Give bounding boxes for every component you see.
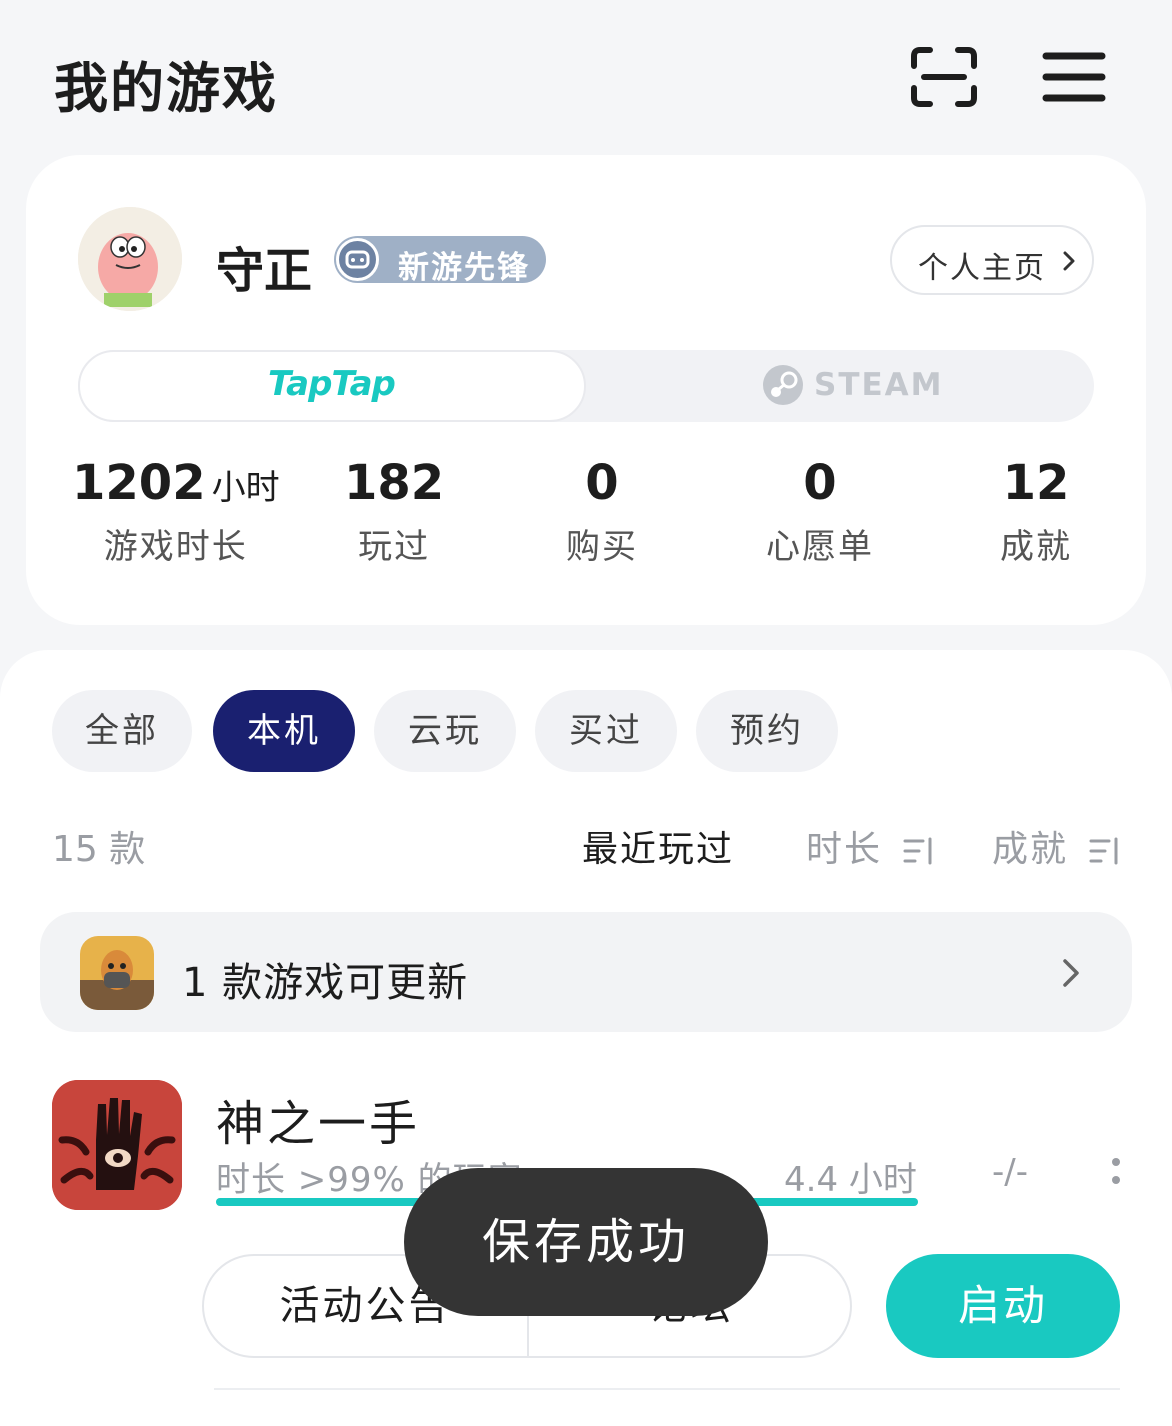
sort-icon <box>1089 837 1118 865</box>
game-playtime: 4.4 小时 <box>784 1160 917 1200</box>
gamepad-icon <box>336 238 379 281</box>
profile-homepage-button[interactable]: 个人主页 <box>890 225 1094 295</box>
stat-purchased-label: 购买 <box>566 527 638 567</box>
launch-button[interactable]: 启动 <box>886 1254 1120 1358</box>
stat-played-label: 玩过 <box>358 527 431 567</box>
game-thumbnail <box>80 936 154 1010</box>
stat-achievements-label: 成就 <box>1000 527 1072 567</box>
menu-button[interactable] <box>1040 48 1110 108</box>
chevron-right-icon <box>1063 959 1079 987</box>
sort-recent[interactable]: 最近玩过 <box>582 820 734 872</box>
toast-message: 保存成功 <box>404 1168 768 1316</box>
steam-label: STEAM <box>814 367 944 403</box>
platform-switch: TapTap STEAM <box>78 350 1094 422</box>
stat-playtime[interactable]: 1202 小时 游戏时长 <box>72 455 280 568</box>
stat-wishlist-label: 心愿单 <box>766 527 874 567</box>
stat-wishlist[interactable]: 0 心愿单 <box>766 455 874 568</box>
stat-wishlist-value: 0 <box>803 455 837 511</box>
sort-duration[interactable]: 时长 <box>806 820 935 872</box>
game-achievements: -/- <box>992 1152 1028 1192</box>
sort-icon <box>903 837 932 865</box>
more-options-icon[interactable] <box>1108 1154 1124 1190</box>
taptap-logo: TapTap <box>268 364 396 404</box>
filter-chip-cloud[interactable]: 云玩 <box>374 690 516 772</box>
divider <box>214 1388 1120 1390</box>
filter-chip-reserved[interactable]: 预约 <box>696 690 838 772</box>
user-badge[interactable]: 新游先锋 <box>334 236 546 286</box>
scan-button[interactable] <box>908 44 980 110</box>
filter-chip-local[interactable]: 本机 <box>213 690 355 772</box>
avatar-image <box>78 207 182 311</box>
my-games-screen: 我的游戏 守正 新游先锋 个人主页 TapTap STEAM 1202 小时 游… <box>0 0 1172 1426</box>
game-title[interactable]: 神之一手 <box>216 1084 420 1154</box>
steam-icon <box>763 365 803 405</box>
page-title: 我的游戏 <box>54 57 278 120</box>
filter-chip-bought[interactable]: 买过 <box>535 690 677 772</box>
stat-achievements-value: 12 <box>1002 455 1070 511</box>
sort-achievement-label: 成就 <box>992 829 1069 870</box>
game-count: 15 款 <box>52 829 146 870</box>
avatar[interactable] <box>78 207 182 311</box>
stat-achievements[interactable]: 12 成就 <box>1000 455 1072 568</box>
update-available-bar[interactable]: 1 款游戏可更新 <box>40 912 1132 1032</box>
stat-playtime-label: 游戏时长 <box>103 527 248 567</box>
tab-taptap[interactable]: TapTap <box>78 350 586 422</box>
stat-playtime-value: 1202 <box>72 455 206 511</box>
scan-icon <box>911 47 977 107</box>
sort-duration-label: 时长 <box>806 829 883 870</box>
homepage-label: 个人主页 <box>918 251 1046 286</box>
stat-played-value: 182 <box>344 455 445 511</box>
menu-icon <box>1042 52 1106 102</box>
update-label: 1 款游戏可更新 <box>182 960 469 1006</box>
chevron-right-icon <box>1063 251 1075 271</box>
filter-chip-all[interactable]: 全部 <box>52 690 192 772</box>
stat-played[interactable]: 182 玩过 <box>344 455 444 568</box>
stat-playtime-unit: 小时 <box>211 468 280 508</box>
profile-card: 守正 新游先锋 个人主页 TapTap STEAM 1202 小时 游戏时长 1… <box>26 155 1146 625</box>
tab-steam[interactable]: STEAM <box>586 350 1094 422</box>
username: 守正 <box>216 243 313 299</box>
sort-achievement[interactable]: 成就 <box>992 820 1121 872</box>
game-icon[interactable] <box>52 1080 182 1210</box>
badge-label: 新游先锋 <box>398 250 530 286</box>
stat-purchased-value: 0 <box>585 455 619 511</box>
stat-purchased[interactable]: 0 购买 <box>566 455 638 568</box>
